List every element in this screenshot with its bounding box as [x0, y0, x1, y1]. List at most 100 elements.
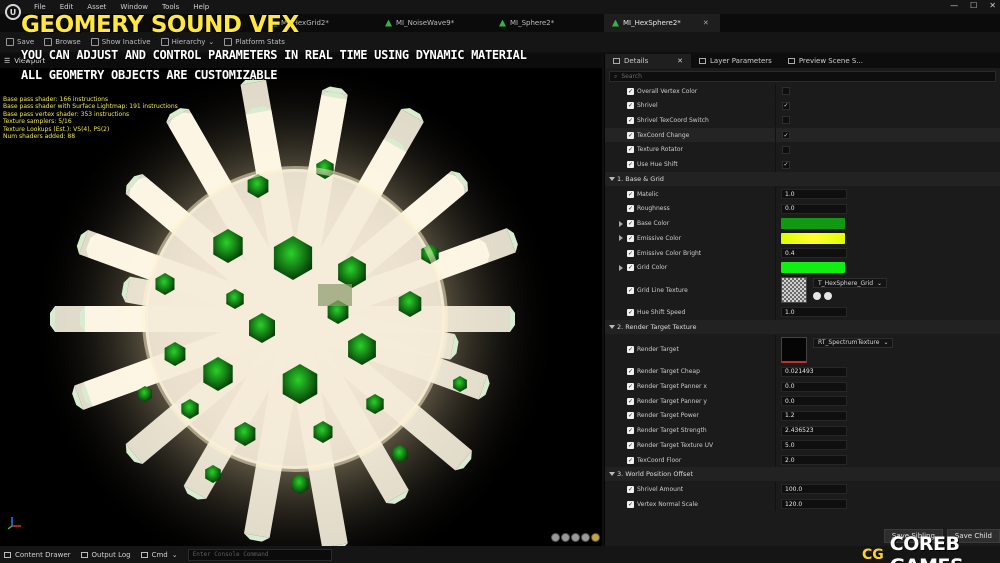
parameter-row[interactable]: ✓ Render Target Cheap 0.021493: [605, 364, 1000, 380]
cube-preview-icon[interactable]: [571, 533, 580, 542]
unreal-engine-logo-icon[interactable]: U: [5, 4, 21, 20]
close-tab-icon[interactable]: ✕: [703, 19, 709, 27]
parameter-row[interactable]: ✓ Render Target Panner x 0.0: [605, 379, 1000, 394]
asset-dropdown[interactable]: T_HexSphere_Grid ⌄: [813, 278, 888, 289]
expand-arrow-icon[interactable]: [619, 220, 623, 227]
override-checkbox[interactable]: ✓: [627, 441, 634, 449]
parameter-row[interactable]: [605, 75, 1000, 84]
output-log-button[interactable]: Output Log: [80, 551, 131, 559]
parameter-group-header[interactable]: 3. World Position Offset: [605, 467, 1000, 482]
override-checkbox[interactable]: ✓: [627, 161, 634, 168]
number-field[interactable]: 0.0: [781, 396, 847, 407]
number-field[interactable]: 120.0: [781, 499, 847, 510]
menu-tools[interactable]: Tools: [162, 3, 179, 11]
cmd-dropdown[interactable]: Cmd ⌄: [140, 551, 178, 559]
use-selected-asset-icon[interactable]: [813, 292, 821, 301]
override-checkbox[interactable]: ✓: [627, 500, 634, 508]
tab-preview-scene-settings[interactable]: Preview Scene S...: [780, 54, 871, 68]
override-checkbox[interactable]: ✓: [627, 234, 634, 242]
parameter-row[interactable]: ✓ Render Target Panner y 0.0: [605, 393, 1000, 409]
parameter-row[interactable]: ✓ TexCoord Change ✓: [605, 128, 1000, 143]
override-checkbox[interactable]: ✓: [627, 102, 634, 110]
parameter-row[interactable]: ✓ Texture Rotator: [605, 142, 1000, 157]
override-checkbox[interactable]: ✓: [627, 456, 634, 464]
override-checkbox[interactable]: ✓: [627, 485, 634, 493]
parameter-row[interactable]: ✓ Overall Vertex Color: [605, 84, 1000, 98]
override-checkbox[interactable]: ✓: [627, 383, 634, 391]
parameter-row[interactable]: ✓ Matelic 1.0: [605, 186, 1000, 202]
console-command-input[interactable]: Enter Console Command: [187, 548, 332, 561]
number-field[interactable]: 2.0: [781, 455, 847, 466]
override-checkbox[interactable]: ✓: [627, 286, 634, 294]
tab-details[interactable]: Details ✕: [605, 54, 691, 68]
parameter-row[interactable]: ✓ Emissive Color Bright 0.4: [605, 245, 1000, 261]
parameter-row[interactable]: ✓ Render Target RT_SpectrumTexture ⌄: [605, 334, 1000, 365]
override-checkbox[interactable]: ✓: [627, 205, 634, 213]
override-checkbox[interactable]: ✓: [627, 308, 634, 316]
override-checkbox[interactable]: ✓: [627, 368, 634, 376]
number-field[interactable]: 5.0: [781, 440, 847, 451]
number-field[interactable]: 0.4: [781, 248, 847, 259]
viewport[interactable]: ☰ Viewport Base pass shader: 166 instruc…: [0, 54, 602, 546]
parameter-row[interactable]: ✓ Vertex Normal Scale 120.0: [605, 496, 1000, 512]
value-checkbox[interactable]: ✓: [782, 160, 790, 169]
number-field[interactable]: 0.021493: [781, 366, 847, 377]
color-swatch[interactable]: [781, 262, 845, 274]
override-checkbox[interactable]: ✓: [627, 220, 634, 228]
custom-mesh-preview-icon[interactable]: [591, 533, 600, 542]
browse-button[interactable]: Browse: [44, 38, 81, 46]
parameter-group-header[interactable]: 2. Render Target Texture: [605, 319, 1000, 334]
number-field[interactable]: 2.436523: [781, 425, 847, 436]
show-inactive-button[interactable]: Show Inactive: [90, 38, 151, 46]
number-field[interactable]: 0.0: [781, 381, 847, 392]
parameter-row[interactable]: ✓ Render Target Strength 2.436523: [605, 423, 1000, 438]
parameter-row[interactable]: ✓ Render Target Texture UV 5.0: [605, 438, 1000, 453]
override-checkbox[interactable]: ✓: [627, 190, 634, 198]
number-field[interactable]: 1.0: [781, 307, 847, 318]
color-swatch[interactable]: [781, 232, 845, 244]
expand-arrow-icon[interactable]: [619, 264, 623, 271]
parameter-row[interactable]: ✓ Hue Shift Speed 1.0: [605, 305, 1000, 320]
texture-thumbnail[interactable]: [781, 277, 807, 304]
tab-mi-noisewave9[interactable]: MI_NoiseWave9*: [377, 14, 462, 32]
browse-asset-icon[interactable]: [824, 292, 832, 301]
override-checkbox[interactable]: ✓: [627, 412, 634, 420]
parameter-row[interactable]: ✓ Render Target Power 1.2: [605, 408, 1000, 424]
parameter-row[interactable]: ✓ Use Hue Shift ✓: [605, 157, 1000, 172]
asset-dropdown[interactable]: RT_SpectrumTexture ⌄: [813, 337, 894, 348]
close-icon[interactable]: ✕: [677, 57, 683, 65]
tab-mi-sphere2[interactable]: MI_Sphere2*: [491, 14, 562, 32]
sphere-preview-icon[interactable]: [551, 533, 560, 542]
platform-stats-button[interactable]: Platform Stats: [224, 38, 285, 46]
hierarchy-dropdown[interactable]: Hierarchy ⌄: [160, 38, 214, 46]
parameter-group-header[interactable]: 1. Base & Grid: [605, 172, 1000, 187]
value-checkbox[interactable]: ✓: [782, 101, 790, 110]
parameter-row[interactable]: ✓ Emissive Color: [605, 231, 1000, 246]
cylinder-preview-icon[interactable]: [561, 533, 570, 542]
value-checkbox[interactable]: [782, 145, 790, 154]
override-checkbox[interactable]: ✓: [627, 397, 634, 405]
number-field[interactable]: 100.0: [781, 484, 847, 495]
override-checkbox[interactable]: ✓: [627, 346, 634, 353]
number-field[interactable]: 1.2: [781, 410, 847, 421]
value-checkbox[interactable]: [782, 116, 790, 125]
number-field[interactable]: 1.0: [781, 189, 847, 200]
parameter-row[interactable]: ✓ Shrivel Amount 100.0: [605, 482, 1000, 497]
menu-asset[interactable]: Asset: [87, 3, 106, 11]
parameter-row[interactable]: ✓ Grid Color: [605, 260, 1000, 276]
menu-file[interactable]: File: [34, 3, 46, 11]
parameter-row[interactable]: ✓ Shrivel ✓: [605, 98, 1000, 113]
parameter-row[interactable]: ✓ TexCoord Floor 2.0: [605, 452, 1000, 468]
override-checkbox[interactable]: ✓: [627, 146, 634, 154]
parameter-row[interactable]: ✓ Shrivel TexCoord Switch: [605, 113, 1000, 128]
texture-thumbnail[interactable]: [781, 336, 807, 363]
minimize-button[interactable]: —: [950, 1, 958, 10]
hamburger-menu-icon[interactable]: ☰: [4, 57, 10, 65]
color-swatch[interactable]: [781, 218, 845, 230]
close-window-button[interactable]: ✕: [989, 1, 996, 10]
number-field[interactable]: 0.0: [781, 203, 847, 214]
menu-help[interactable]: Help: [193, 3, 209, 11]
content-drawer-button[interactable]: Content Drawer: [4, 551, 71, 559]
parameter-row[interactable]: ✓ Grid Line Texture T_HexSphere_Grid ⌄: [605, 275, 1000, 306]
override-checkbox[interactable]: ✓: [627, 116, 634, 124]
